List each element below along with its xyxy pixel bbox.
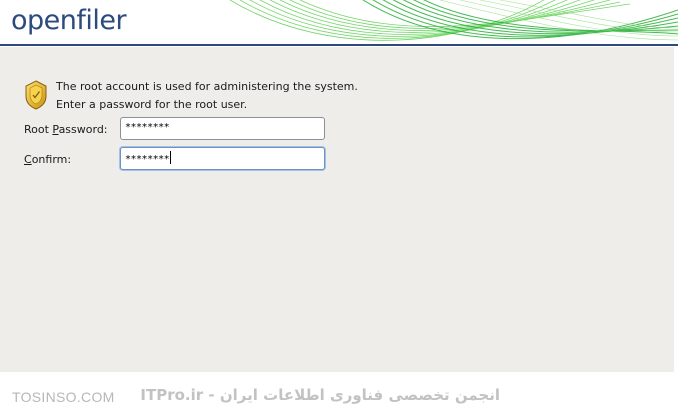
root-password-label: Root Password:: [24, 123, 108, 136]
confirm-password-label: Confirm:: [24, 153, 72, 166]
info-message-line1: The root account is used for administeri…: [56, 80, 358, 93]
root-password-input[interactable]: ********: [120, 117, 325, 140]
openfiler-logo: openfiler: [11, 5, 127, 36]
header-divider: [0, 44, 678, 46]
confirm-password-input[interactable]: ********: [120, 147, 325, 170]
info-message-line2: Enter a password for the root user.: [56, 98, 248, 111]
header: openfiler: [0, 0, 678, 46]
confirm-accelerator: C: [24, 153, 32, 166]
text-caret: [170, 151, 172, 164]
watermark-footer: TOSINSO.COM ITPro.ir - انجمن تخصصی فناور…: [0, 372, 678, 417]
root-password-panel: The root account is used for administeri…: [0, 47, 678, 372]
watermark-left: TOSINSO.COM: [12, 389, 115, 405]
watermark-right: ITPro.ir - انجمن تخصصی فناوری اطلاعات ای…: [140, 386, 500, 404]
security-badge-icon: [25, 80, 47, 110]
